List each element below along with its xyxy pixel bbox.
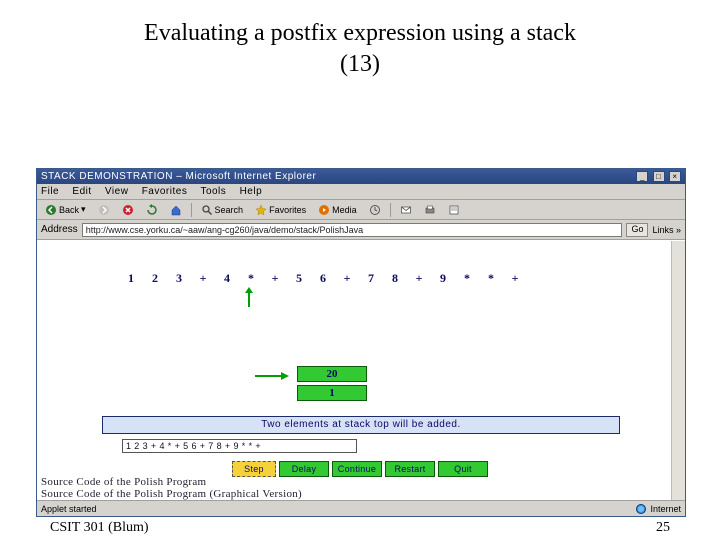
slide-title: Evaluating a postfix expression using a … <box>0 18 720 80</box>
toolbar-separator <box>191 203 192 217</box>
scrollbar[interactable] <box>671 241 685 500</box>
token: + <box>415 271 423 286</box>
stop-icon <box>122 204 134 216</box>
address-input[interactable]: http://www.cse.yorku.ca/~aaw/ang-cg260/j… <box>82 223 623 237</box>
refresh-button[interactable] <box>141 202 163 218</box>
token: 9 <box>439 271 447 286</box>
menu-view[interactable]: View <box>105 186 129 197</box>
edit-icon <box>448 204 460 216</box>
window-titlebar: STACK DEMONSTRATION – Microsoft Internet… <box>37 169 685 184</box>
search-button[interactable]: Search <box>196 202 249 218</box>
history-icon <box>369 204 381 216</box>
token: 4 <box>223 271 231 286</box>
refresh-icon <box>146 204 158 216</box>
menu-tools[interactable]: Tools <box>200 186 226 197</box>
current-token-arrow-icon <box>244 285 254 307</box>
token: 2 <box>151 271 159 286</box>
quit-button[interactable]: Quit <box>438 461 488 477</box>
edit-button[interactable] <box>443 202 465 218</box>
favorites-button[interactable]: Favorites <box>250 202 311 218</box>
token: 3 <box>175 271 183 286</box>
stack-top-cell: 20 <box>297 366 367 382</box>
browser-window: STACK DEMONSTRATION – Microsoft Internet… <box>36 168 686 517</box>
title-line-1: Evaluating a postfix expression using a … <box>144 20 576 46</box>
address-bar: Address http://www.cse.yorku.ca/~aaw/ang… <box>37 220 685 240</box>
menu-favorites[interactable]: Favorites <box>142 186 188 197</box>
menu-edit[interactable]: Edit <box>72 186 91 197</box>
menu-file[interactable]: File <box>41 186 59 197</box>
print-icon <box>424 204 436 216</box>
history-button[interactable] <box>364 202 386 218</box>
mail-icon <box>400 204 412 216</box>
media-button[interactable]: Media <box>313 202 362 218</box>
favorites-label: Favorites <box>269 205 306 215</box>
token: + <box>199 271 207 286</box>
search-label: Search <box>215 205 244 215</box>
print-button[interactable] <box>419 202 441 218</box>
maximize-button[interactable]: □ <box>653 171 665 182</box>
forward-arrow-icon <box>98 204 110 216</box>
status-left: Applet started <box>41 504 97 514</box>
source-link-2[interactable]: Source Code of the Polish Program (Graph… <box>41 488 302 500</box>
button-row: Step Delay Continue Restart Quit <box>232 461 488 477</box>
applet-content: 1 2 3 + 4 * + 5 6 + 7 8 + 9 * * + <box>37 240 685 500</box>
delay-button[interactable]: Delay <box>279 461 329 477</box>
step-button[interactable]: Step <box>232 461 276 477</box>
token: 8 <box>391 271 399 286</box>
token: 7 <box>367 271 375 286</box>
status-message: Two elements at stack top will be added. <box>102 416 620 434</box>
mail-button[interactable] <box>395 202 417 218</box>
token: + <box>511 271 519 286</box>
token: * <box>463 271 471 286</box>
chevron-down-icon: ▾ <box>81 204 86 215</box>
stack-below-cell: 1 <box>297 385 367 401</box>
status-right: Internet <box>636 504 681 514</box>
token: * <box>247 271 255 286</box>
address-label: Address <box>41 224 78 235</box>
zone-label: Internet <box>650 504 681 514</box>
expression-row: 1 2 3 + 4 * + 5 6 + 7 8 + 9 * * + <box>127 271 645 286</box>
token: + <box>343 271 351 286</box>
search-icon <box>201 204 213 216</box>
window-title: STACK DEMONSTRATION – Microsoft Internet… <box>41 169 316 184</box>
forward-button[interactable] <box>93 202 115 218</box>
source-link-1[interactable]: Source Code of the Polish Program <box>41 476 302 488</box>
links-label[interactable]: Links » <box>652 225 681 235</box>
menubar: File Edit View Favorites Tools Help <box>37 184 685 200</box>
close-button[interactable]: × <box>669 171 681 182</box>
go-label: Go <box>631 224 643 234</box>
token: * <box>487 271 495 286</box>
back-label: Back <box>59 205 79 215</box>
source-links: Source Code of the Polish Program Source… <box>41 476 302 500</box>
statusbar: Applet started Internet <box>37 500 685 516</box>
home-button[interactable] <box>165 202 187 218</box>
footer-right: 25 <box>656 520 670 536</box>
toolbar: Back ▾ Search Favorites <box>37 200 685 220</box>
footer-left: CSIT 301 (Blum) <box>50 520 149 536</box>
go-button[interactable]: Go <box>626 223 648 237</box>
slide: Evaluating a postfix expression using a … <box>0 18 720 558</box>
home-icon <box>170 204 182 216</box>
restart-button[interactable]: Restart <box>385 461 435 477</box>
stack-push-arrow-icon <box>255 371 289 384</box>
expression-input[interactable]: 1 2 3 + 4 * + 5 6 + 7 8 + 9 * * + <box>122 439 357 453</box>
back-arrow-icon <box>45 204 57 216</box>
menu-help[interactable]: Help <box>240 186 263 197</box>
star-icon <box>255 204 267 216</box>
token: + <box>271 271 279 286</box>
globe-icon <box>636 504 646 514</box>
window-controls: _ □ × <box>635 169 681 184</box>
back-button[interactable]: Back ▾ <box>40 202 91 218</box>
token: 1 <box>127 271 135 286</box>
media-icon <box>318 204 330 216</box>
title-line-2: (13) <box>340 51 380 77</box>
toolbar-separator-2 <box>390 203 391 217</box>
token: 5 <box>295 271 303 286</box>
minimize-button[interactable]: _ <box>636 171 648 182</box>
media-label: Media <box>332 205 357 215</box>
continue-button[interactable]: Continue <box>332 461 382 477</box>
token: 6 <box>319 271 327 286</box>
stop-button[interactable] <box>117 202 139 218</box>
